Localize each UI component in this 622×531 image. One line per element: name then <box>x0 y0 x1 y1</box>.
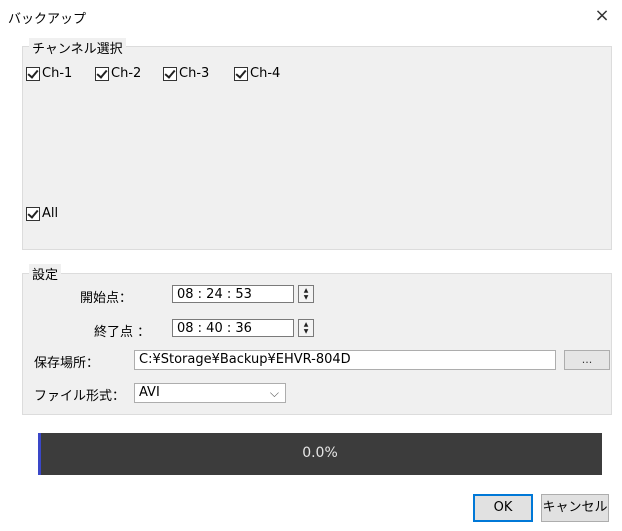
channel-checkbox-all[interactable]: All <box>26 206 58 221</box>
progress-bar: 0.0% <box>38 433 602 475</box>
progress-percent: 0.0% <box>302 445 338 461</box>
spin-down-icon: ▼ <box>303 328 309 335</box>
file-format-value: AVI <box>139 385 160 400</box>
checkbox-checked-icon <box>163 66 177 81</box>
checkbox-checked-icon <box>26 66 40 81</box>
spin-up-icon: ▲ <box>303 287 309 294</box>
spin-down-icon: ▼ <box>303 294 309 301</box>
save-location-input[interactable]: C:¥Storage¥Backup¥EHVR-804D <box>134 350 556 370</box>
ok-button[interactable]: OK <box>473 494 533 522</box>
start-time-spinner[interactable]: ▲ ▼ <box>298 285 314 303</box>
chevron-down-icon: ⌵ <box>269 386 279 400</box>
checkbox-label: Ch-1 <box>42 66 73 81</box>
end-time-label: 終了点 ： <box>94 325 151 340</box>
checkbox-checked-icon <box>234 66 248 81</box>
channel-checkbox-ch1[interactable]: Ch-1 <box>26 66 72 81</box>
checkbox-checked-icon <box>26 206 40 221</box>
channel-checkbox-ch2[interactable]: Ch-2 <box>95 66 141 81</box>
channel-checkbox-ch4[interactable]: Ch-4 <box>234 66 280 81</box>
checkbox-label: All <box>42 206 59 221</box>
checkbox-checked-icon <box>95 66 109 81</box>
checkbox-label: Ch-2 <box>111 66 142 81</box>
checkbox-label: Ch-3 <box>179 66 210 81</box>
end-time-spinner[interactable]: ▲ ▼ <box>298 319 314 337</box>
channel-checkbox-ch3[interactable]: Ch-3 <box>163 66 209 81</box>
close-icon[interactable]: × <box>590 4 614 28</box>
settings-group-legend: 設定 <box>29 264 62 283</box>
start-time-input[interactable]: 08 : 24 : 53 <box>172 285 294 303</box>
file-format-select[interactable]: AVI ⌵ <box>134 383 286 403</box>
channel-group-legend: チャンネル選択 <box>29 38 126 57</box>
window-title: バックアップ <box>8 12 87 27</box>
cancel-button[interactable]: キャンセル <box>541 494 609 522</box>
save-location-label: 保存場所： <box>34 356 100 371</box>
browse-button[interactable]: ... <box>564 350 610 370</box>
spin-up-icon: ▲ <box>303 321 309 328</box>
end-time-input[interactable]: 08 : 40 : 36 <box>172 319 294 337</box>
file-format-label: ファイル形式： <box>34 389 126 404</box>
checkbox-label: Ch-4 <box>250 66 281 81</box>
start-time-label: 開始点： <box>80 291 133 306</box>
